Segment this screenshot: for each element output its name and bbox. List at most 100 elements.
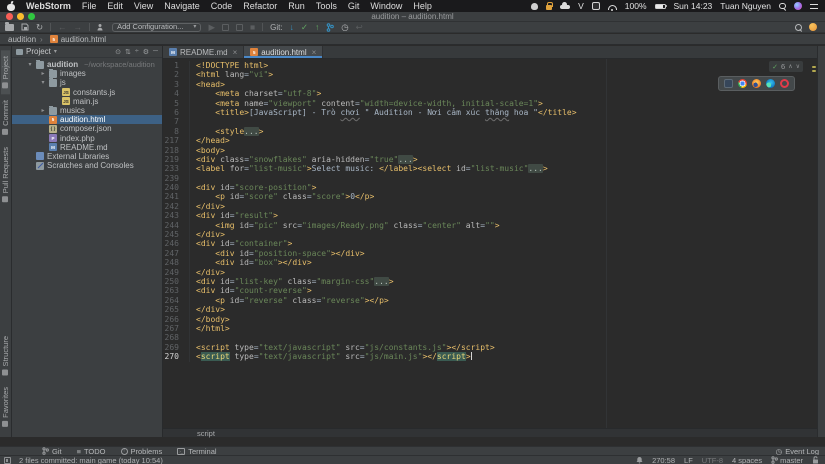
code-line[interactable]: 267</html>	[163, 324, 817, 333]
chevron-down-icon[interactable]: ▾	[54, 48, 57, 55]
code-line[interactable]: 249</div>	[163, 268, 817, 277]
run-configuration-select[interactable]: Add Configuration... ▾	[112, 23, 201, 32]
code-line[interactable]: 7	[163, 117, 817, 126]
edge-icon[interactable]	[766, 79, 775, 88]
code-line[interactable]: 265</div>	[163, 305, 817, 314]
code-line[interactable]: 239	[163, 174, 817, 183]
code-line[interactable]: 247 <div id="position-space"></div>	[163, 249, 817, 258]
code-line[interactable]: 242</div>	[163, 202, 817, 211]
error-stripe[interactable]	[811, 59, 817, 428]
hand-icon[interactable]	[531, 3, 538, 10]
code-line[interactable]: 1<!DOCTYPE html>	[163, 61, 817, 70]
breadcrumb-tag[interactable]: script	[197, 429, 215, 438]
wifi-icon[interactable]	[608, 5, 617, 10]
code-line[interactable]: 243<div id="result">	[163, 211, 817, 220]
keyboard-icon[interactable]	[592, 2, 600, 10]
code-line[interactable]: 250<div id="list-key" class="margin-css"…	[163, 277, 817, 286]
code-line[interactable]: 248 <div id="box"></div>	[163, 258, 817, 267]
breadcrumb-item[interactable]: audition.html	[40, 35, 106, 44]
menubar-status-text[interactable]: V	[578, 1, 584, 11]
minimize-window-button[interactable]	[17, 13, 24, 20]
code-line[interactable]: 8 <style...>	[163, 127, 817, 136]
history-icon[interactable]: ◷	[341, 22, 348, 32]
tree-item-main-js[interactable]: main.js	[12, 97, 162, 106]
tree-item-constants-js[interactable]: constants.js	[12, 88, 162, 97]
menubar-status-text[interactable]: 100%	[625, 1, 647, 11]
prev-problem-icon[interactable]: ∧	[788, 63, 792, 70]
folded-region[interactable]: ...	[528, 164, 542, 173]
arrow-expanded-icon[interactable]: ▾	[40, 79, 46, 86]
tree-item-scratches-and-consoles[interactable]: Scratches and Consoles	[12, 161, 162, 170]
menu-file[interactable]: File	[82, 0, 97, 12]
tab-audition-html[interactable]: audition.html×	[244, 46, 323, 58]
code-line[interactable]: 263<div id="count-reverse">	[163, 286, 817, 295]
tree-item-js[interactable]: ▾js	[12, 78, 162, 87]
sidebar-item-favorites[interactable]: Favorites	[1, 381, 10, 433]
opera-icon[interactable]	[780, 79, 789, 88]
search-icon[interactable]	[779, 3, 786, 10]
sidebar-item-pull-requests[interactable]: Pull Requests	[1, 141, 10, 208]
back-icon[interactable]: ←	[58, 22, 67, 32]
tab-readme-md[interactable]: README.md×	[163, 46, 244, 58]
builtin-preview-icon[interactable]	[724, 79, 733, 88]
code-line[interactable]: 245</div>	[163, 230, 817, 239]
battery-icon[interactable]	[655, 4, 666, 9]
git-branch-icon[interactable]	[326, 23, 334, 32]
tool-window-switcher-icon[interactable]	[4, 457, 11, 464]
line-separator[interactable]: LF	[684, 456, 693, 464]
code-line[interactable]: 241 <p id="score" class="score">0</p>	[163, 192, 817, 201]
status-message[interactable]: 2 files committed: main game (today 10:5…	[19, 456, 163, 464]
run-button[interactable]: ▶	[208, 22, 215, 32]
code-line[interactable]: 218<body>	[163, 146, 817, 155]
menu-navigate[interactable]: Navigate	[164, 0, 200, 12]
close-window-button[interactable]	[6, 13, 13, 20]
menubar-status-text[interactable]: Tuan Nguyen	[720, 1, 771, 11]
tree-item-external-libraries[interactable]: External Libraries	[12, 152, 162, 161]
zoom-window-button[interactable]	[28, 13, 35, 20]
code-line[interactable]: 6 <title>[JavaScript] - Trò chơi " Audit…	[163, 108, 817, 117]
rollback-icon[interactable]: ↩	[356, 22, 363, 32]
firefox-icon[interactable]	[752, 79, 761, 88]
file-encoding[interactable]: UTF-8	[702, 456, 723, 464]
sidebar-item-commit[interactable]: Commit	[1, 94, 10, 141]
tree-item-audition[interactable]: ▾audition~/workspace/audition	[12, 60, 162, 69]
lock-icon[interactable]	[546, 5, 552, 10]
menubar-status-text[interactable]: Sun 14:23	[674, 1, 713, 11]
tree-item-images[interactable]: ▸images	[12, 69, 162, 78]
menu-edit[interactable]: Edit	[107, 0, 123, 12]
code-line[interactable]: 266</body>	[163, 315, 817, 324]
breadcrumb-item[interactable]: audition	[8, 35, 36, 44]
menu-view[interactable]: View	[134, 0, 153, 12]
menu-run[interactable]: Run	[288, 0, 305, 12]
code-line[interactable]: 5 <meta name="viewport" content="width=d…	[163, 99, 817, 108]
git-branch-widget[interactable]: master	[771, 456, 803, 464]
indent-style[interactable]: 4 spaces	[732, 456, 762, 464]
tree-item-composer-json[interactable]: composer.json	[12, 124, 162, 133]
code-line[interactable]: 233<label for="list-music">Select music:…	[163, 164, 817, 173]
gear-icon[interactable]: ⚙	[143, 48, 149, 56]
code-line[interactable]: 217</head>	[163, 136, 817, 145]
tab-close-icon[interactable]: ×	[312, 48, 317, 57]
sidebar-item-structure[interactable]: Structure	[1, 330, 10, 381]
search-everywhere-icon[interactable]	[794, 23, 802, 31]
git-commit-icon[interactable]: ✓	[301, 22, 308, 32]
siri-icon[interactable]	[794, 2, 802, 10]
code-line[interactable]: 246<div id="container">	[163, 239, 817, 248]
folded-region[interactable]: ...	[244, 127, 258, 136]
code-viewport[interactable]: 1<!DOCTYPE html>2<html lang="vi">3<head>…	[163, 59, 817, 428]
inspections-widget[interactable]: ✓ 6 ∧ ∨	[769, 61, 803, 72]
arrow-collapsed-icon[interactable]: ▸	[40, 107, 46, 114]
notifications-bell-icon[interactable]	[636, 456, 643, 464]
cloud-icon[interactable]	[560, 5, 570, 9]
run-profile-icon[interactable]	[97, 23, 105, 31]
sync-icon[interactable]: ↻	[36, 22, 43, 32]
chrome-icon[interactable]	[738, 79, 747, 88]
hide-panel-icon[interactable]: ─	[153, 48, 158, 56]
next-problem-icon[interactable]: ∨	[796, 63, 800, 70]
menu-git[interactable]: Git	[348, 0, 360, 12]
tab-close-icon[interactable]: ×	[233, 48, 238, 57]
code-line[interactable]: 240<div id="score-position">	[163, 183, 817, 192]
code-line[interactable]: 219<div class="snowflakes" aria-hidden="…	[163, 155, 817, 164]
git-update-icon[interactable]: ↓	[290, 22, 294, 32]
caret-position[interactable]: 270:58	[652, 456, 675, 464]
